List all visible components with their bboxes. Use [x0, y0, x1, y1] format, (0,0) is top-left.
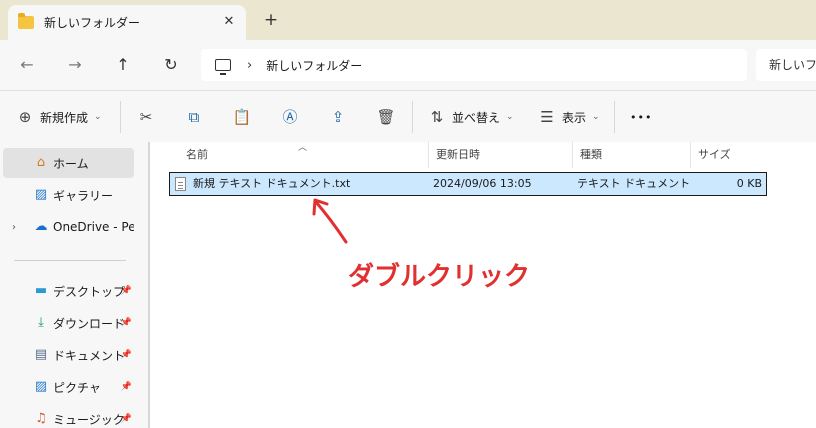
- pin-icon: 📌: [120, 382, 132, 392]
- delete-icon[interactable]: 🗑: [376, 107, 396, 127]
- home-icon: ⌂: [36, 155, 46, 170]
- chevron-down-icon: ⌄: [592, 112, 600, 122]
- text-file-icon: [175, 177, 186, 191]
- close-tab-button[interactable]: ✕: [220, 13, 238, 31]
- more-options-button[interactable]: •••: [630, 106, 652, 128]
- chevron-down-icon: ⌄: [506, 112, 514, 122]
- folder-icon: [18, 13, 34, 29]
- tab-title: 新しいフォルダー: [44, 16, 141, 30]
- file-type: テキスト ドキュメント: [577, 177, 691, 190]
- divider: [614, 101, 615, 133]
- sidebar-item-label: ドキュメント: [53, 348, 126, 363]
- navigation-pane: ⌂ ホーム ▨ ギャラリー › ☁ OneDrive - Pers ▬ デスクト…: [0, 142, 150, 428]
- refresh-button[interactable]: ↻: [160, 54, 182, 76]
- column-header-date[interactable]: 更新日時: [428, 142, 572, 168]
- new-button-label: 新規作成: [40, 110, 89, 125]
- sidebar-item-onedrive[interactable]: ☁ OneDrive - Pers: [3, 212, 135, 242]
- pin-icon: 📌: [120, 350, 132, 360]
- sidebar-item-label: デスクトップ: [53, 284, 126, 299]
- sidebar-item-desktop[interactable]: ▬ デスクトップ 📌: [3, 276, 134, 306]
- sidebar-item-label: ミュージック: [53, 412, 125, 427]
- copy-icon[interactable]: ⧉: [184, 107, 204, 127]
- sort-button[interactable]: ⇅ 並べ替え ⌄: [428, 106, 514, 128]
- file-size: 0 KB: [736, 177, 762, 190]
- cloud-icon: ☁: [34, 219, 48, 234]
- paste-icon[interactable]: 📋: [232, 107, 252, 127]
- back-button[interactable]: ←: [16, 54, 38, 76]
- annotation-arrow-icon: [312, 198, 348, 244]
- up-button[interactable]: ↑: [112, 54, 134, 76]
- computer-icon: [215, 59, 231, 75]
- navigation-bar: ← → ↑ ↻ › 新しいフォルダー 新しいフォルダー: [0, 40, 816, 90]
- gallery-icon: ▨: [34, 187, 48, 202]
- sort-icon: ⇅: [430, 108, 444, 126]
- sidebar-item-documents[interactable]: ▤ ドキュメント 📌: [3, 340, 134, 370]
- sidebar-item-home[interactable]: ⌂ ホーム: [3, 148, 134, 178]
- sidebar-item-label: ギャラリー: [53, 188, 114, 203]
- sidebar-item-downloads[interactable]: ⤓ ダウンロード 📌: [3, 308, 134, 338]
- divider: [14, 260, 126, 261]
- pin-icon: 📌: [120, 286, 132, 296]
- sidebar-item-label: ピクチャ: [53, 380, 101, 395]
- sidebar-item-label: ダウンロード: [53, 316, 126, 331]
- file-date: 2024/09/06 13:05: [433, 177, 532, 190]
- command-bar: ⊕ 新規作成 ⌄ ✂ ⧉ 📋 Ⓐ ⇪ 🗑 ⇅ 並べ替え ⌄ ☰ 表示 ⌄ •••: [0, 90, 816, 142]
- view-list-icon: ☰: [540, 108, 554, 126]
- view-button[interactable]: ☰ 表示 ⌄: [538, 106, 600, 128]
- chevron-down-icon: ⌄: [94, 112, 102, 122]
- column-header-type[interactable]: 種類: [572, 142, 690, 168]
- cut-icon[interactable]: ✂: [136, 107, 156, 127]
- view-button-label: 表示: [562, 110, 587, 125]
- plus-circle-icon: ⊕: [18, 108, 32, 126]
- divider: [412, 101, 413, 133]
- share-icon[interactable]: ⇪: [328, 107, 348, 127]
- desktop-icon: ▬: [34, 283, 48, 298]
- pin-icon: 📌: [120, 318, 132, 328]
- forward-button[interactable]: →: [64, 54, 86, 76]
- annotation-text: ダブルクリック: [348, 262, 531, 292]
- sidebar-item-label: ホーム: [53, 156, 89, 171]
- column-header-name[interactable]: 名前: [179, 142, 428, 168]
- sidebar-item-pictures[interactable]: ▨ ピクチャ 📌: [3, 372, 134, 402]
- column-header-size[interactable]: サイズ: [690, 142, 770, 168]
- rename-icon[interactable]: Ⓐ: [280, 107, 300, 127]
- chevron-right-icon: ›: [247, 57, 253, 73]
- address-bar[interactable]: › 新しいフォルダー: [201, 49, 747, 81]
- picture-icon: ▨: [34, 379, 48, 394]
- tab-current-folder[interactable]: 新しいフォルダー ✕: [8, 5, 246, 40]
- music-icon: ♫: [35, 411, 47, 426]
- sidebar-item-label: OneDrive - Pers: [53, 220, 134, 234]
- download-icon: ⤓: [38, 315, 44, 330]
- new-tab-button[interactable]: +: [262, 11, 280, 29]
- breadcrumb-folder[interactable]: 新しいフォルダー: [266, 57, 362, 74]
- search-input[interactable]: 新しいフォルダー: [756, 49, 816, 81]
- tab-strip: 新しいフォルダー ✕ +: [0, 0, 816, 40]
- new-button[interactable]: ⊕ 新規作成 ⌄: [16, 106, 102, 128]
- document-icon: ▤: [34, 347, 48, 362]
- table-row[interactable]: 新規 テキスト ドキュメント.txt 2024/09/06 13:05 テキスト…: [169, 172, 767, 196]
- divider: [120, 101, 121, 133]
- pin-icon: 📌: [120, 414, 132, 424]
- sidebar-item-music[interactable]: ♫ ミュージック 📌: [3, 404, 134, 428]
- sidebar-item-gallery[interactable]: ▨ ギャラリー: [3, 180, 134, 210]
- sort-button-label: 並べ替え: [452, 110, 501, 125]
